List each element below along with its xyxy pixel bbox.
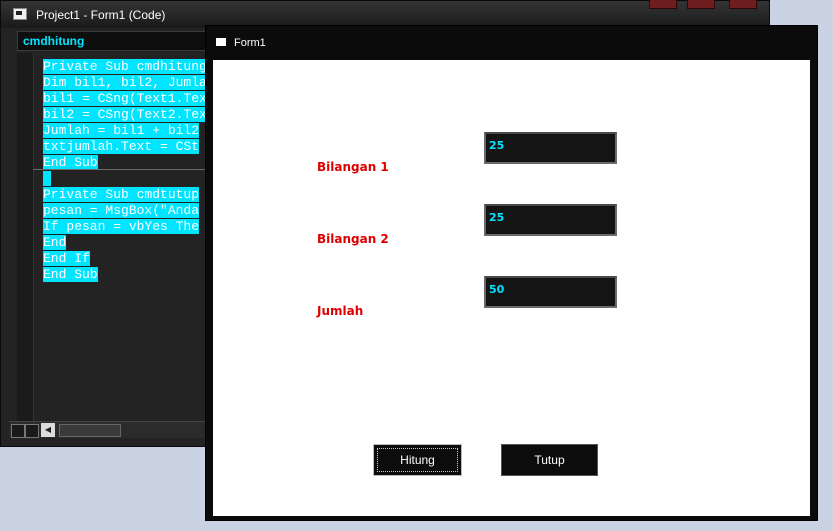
maximize-button[interactable]	[687, 0, 715, 9]
code-line: End If	[43, 251, 90, 266]
close-button[interactable]	[729, 0, 757, 9]
object-selector[interactable]: cmdhitung	[17, 31, 207, 51]
code-line: bil1 = CSng(Text1.Tex	[43, 91, 207, 106]
code-line: pesan = MsgBox("Anda	[43, 203, 200, 218]
code-line: Private Sub cmdhitung	[43, 59, 207, 74]
procedure-view-button[interactable]	[11, 424, 25, 438]
horizontal-scrollbar[interactable]: ◀	[9, 421, 207, 438]
form-client-area: Bilangan 1 25 Bilangan 2 25 Jumlah 50 Hi…	[213, 60, 810, 516]
scrollbar-thumb[interactable]	[59, 424, 121, 437]
bilangan2-input[interactable]: 25	[484, 204, 617, 236]
bilangan2-label: Bilangan 2	[317, 232, 389, 246]
form-window-title: Form1	[234, 37, 266, 49]
form-icon	[216, 38, 226, 46]
code-line: bil2 = CSng(Text2.Tex	[43, 107, 207, 122]
form-window: Form1 Bilangan 1 25 Bilangan 2 25 Jumlah…	[205, 25, 818, 521]
code-editor[interactable]: Private Sub cmdhitung Dim bil1, bil2, Ju…	[43, 59, 207, 283]
code-line: End Sub	[43, 267, 98, 282]
code-line: txtjumlah.Text = CSt	[43, 139, 200, 154]
full-module-view-button[interactable]	[25, 424, 39, 438]
scroll-left-icon[interactable]: ◀	[41, 423, 55, 437]
hitung-button[interactable]: Hitung	[373, 444, 462, 476]
code-line: If pesan = vbYes The	[43, 219, 200, 234]
form-window-titlebar[interactable]: Form1	[206, 26, 817, 58]
focus-rectangle	[377, 448, 458, 472]
code-gutter	[17, 53, 34, 421]
code-line: Private Sub cmdtutup	[43, 187, 200, 202]
tutup-button-label: Tutup	[534, 453, 565, 467]
bilangan1-label: Bilangan 1	[317, 160, 389, 174]
bilangan1-input[interactable]: 25	[484, 132, 617, 164]
jumlah-output[interactable]: 50	[484, 276, 617, 308]
jumlah-label: Jumlah	[317, 304, 364, 318]
minimize-button[interactable]	[649, 0, 677, 9]
code-line: Dim bil1, bil2, Jumla	[43, 75, 207, 90]
tutup-button[interactable]: Tutup	[501, 444, 598, 476]
code-window-icon	[13, 8, 27, 20]
code-window-titlebar[interactable]: Project1 - Form1 (Code)	[1, 0, 769, 28]
code-window-title: Project1 - Form1 (Code)	[36, 8, 166, 22]
code-line: End	[43, 235, 67, 250]
code-line	[43, 171, 207, 187]
procedure-separator	[33, 169, 207, 170]
code-line: Jumlah = bil1 + bil2	[43, 123, 200, 138]
